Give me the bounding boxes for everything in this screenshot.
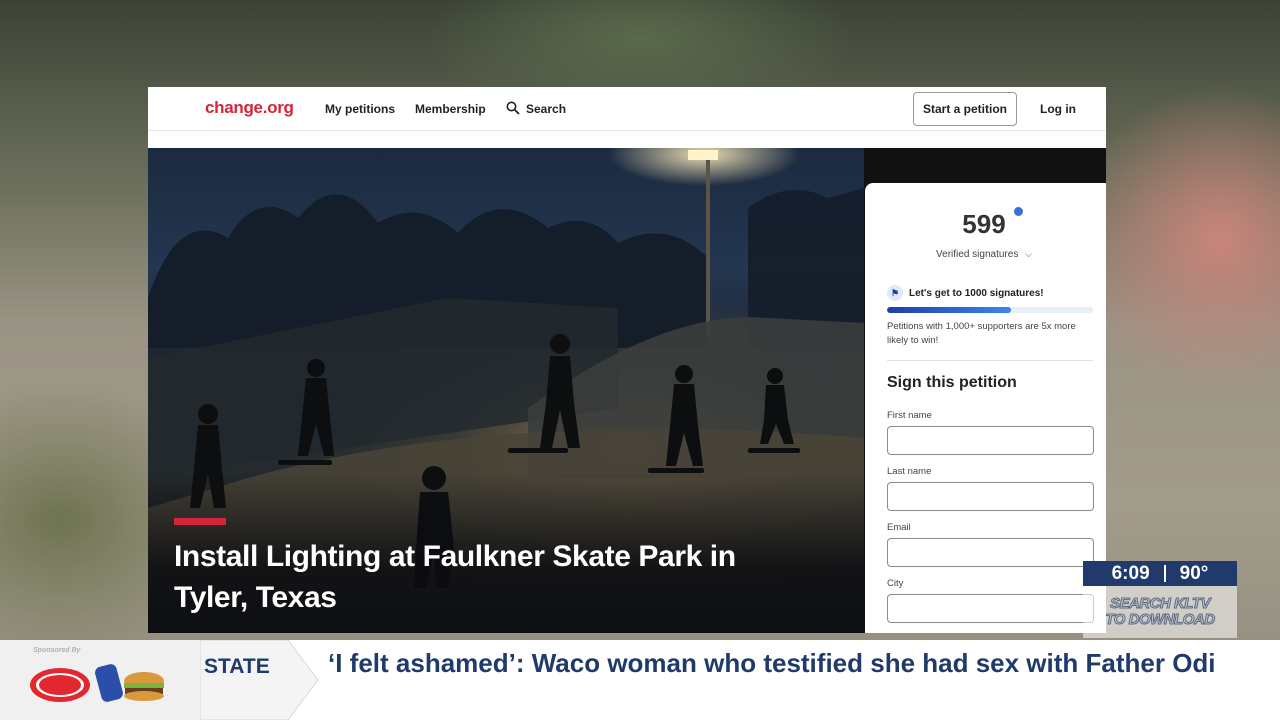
broadcast-temperature: 90° — [1179, 562, 1209, 584]
signature-progress-fill — [887, 307, 1011, 313]
goal-note: Petitions with 1,000+ supporters are 5x … — [887, 321, 1076, 346]
email-input[interactable] — [887, 538, 1094, 567]
verified-signatures-label: Verified signatures — [936, 249, 1019, 260]
search-icon[interactable] — [506, 101, 520, 115]
top-navigation: change.org My petitions Membership Searc… — [148, 87, 1106, 131]
nav-my-petitions[interactable]: My petitions — [325, 102, 395, 116]
card-divider — [887, 360, 1093, 361]
signature-progress-bar — [887, 307, 1093, 313]
app-promo: SEARCH KLTV TO DOWNLOAD — [1083, 586, 1237, 638]
sign-petition-heading: Sign this petition — [887, 374, 1017, 391]
broadcast-time: 6:09 — [1111, 562, 1150, 584]
section-label-box — [200, 640, 319, 720]
browser-page: change.org My petitions Membership Searc… — [148, 87, 1106, 633]
goal-row: ⚑ Let's get to 1000 signatures! — [887, 285, 1044, 301]
sponsor-label: Sponsored By — [33, 647, 81, 654]
email-label: Email — [887, 522, 911, 533]
city-input[interactable] — [887, 594, 1094, 623]
first-name-label: First name — [887, 410, 932, 421]
last-name-input[interactable] — [887, 482, 1094, 511]
dairy-queen-logo — [30, 664, 164, 702]
title-accent-bar — [174, 518, 226, 525]
goal-text: Let's get to 1000 signatures! — [909, 287, 1044, 299]
bug-separator — [1163, 565, 1166, 582]
promo-line-1: SEARCH KLTV — [1109, 595, 1211, 612]
ticker-headline: ‘I felt ashamed’: Waco woman who testifi… — [328, 648, 1216, 678]
promo-line-2: TO DOWNLOAD — [1105, 611, 1216, 628]
chevron-down-icon: ⌵ — [1025, 249, 1032, 259]
verified-signatures-toggle[interactable]: Verified signatures ⌵ — [865, 249, 1103, 260]
time-temperature-bug: 6:09 90° — [1083, 561, 1237, 586]
petition-title: Install Lighting at Faulkner Skate Park … — [174, 540, 736, 614]
signature-card: 599 Verified signatures ⌵ ⚑ Let's get to… — [865, 183, 1106, 633]
nav-membership[interactable]: Membership — [415, 102, 486, 116]
flag-icon: ⚑ — [887, 285, 903, 301]
petition-hero-image: Install Lighting at Faulkner Skate Park … — [148, 148, 864, 633]
signature-count: 599 — [962, 209, 1006, 239]
city-label: City — [887, 578, 904, 589]
verified-badge-icon — [1014, 207, 1023, 216]
nav-search[interactable]: Search — [526, 102, 566, 116]
start-petition-button[interactable]: Start a petition — [913, 92, 1017, 126]
ticker-section-label: STATE — [204, 655, 270, 678]
last-name-label: Last name — [887, 466, 932, 477]
log-in-link[interactable]: Log in — [1040, 102, 1076, 116]
first-name-input[interactable] — [887, 426, 1094, 455]
change-org-logo[interactable]: change.org — [205, 98, 294, 118]
